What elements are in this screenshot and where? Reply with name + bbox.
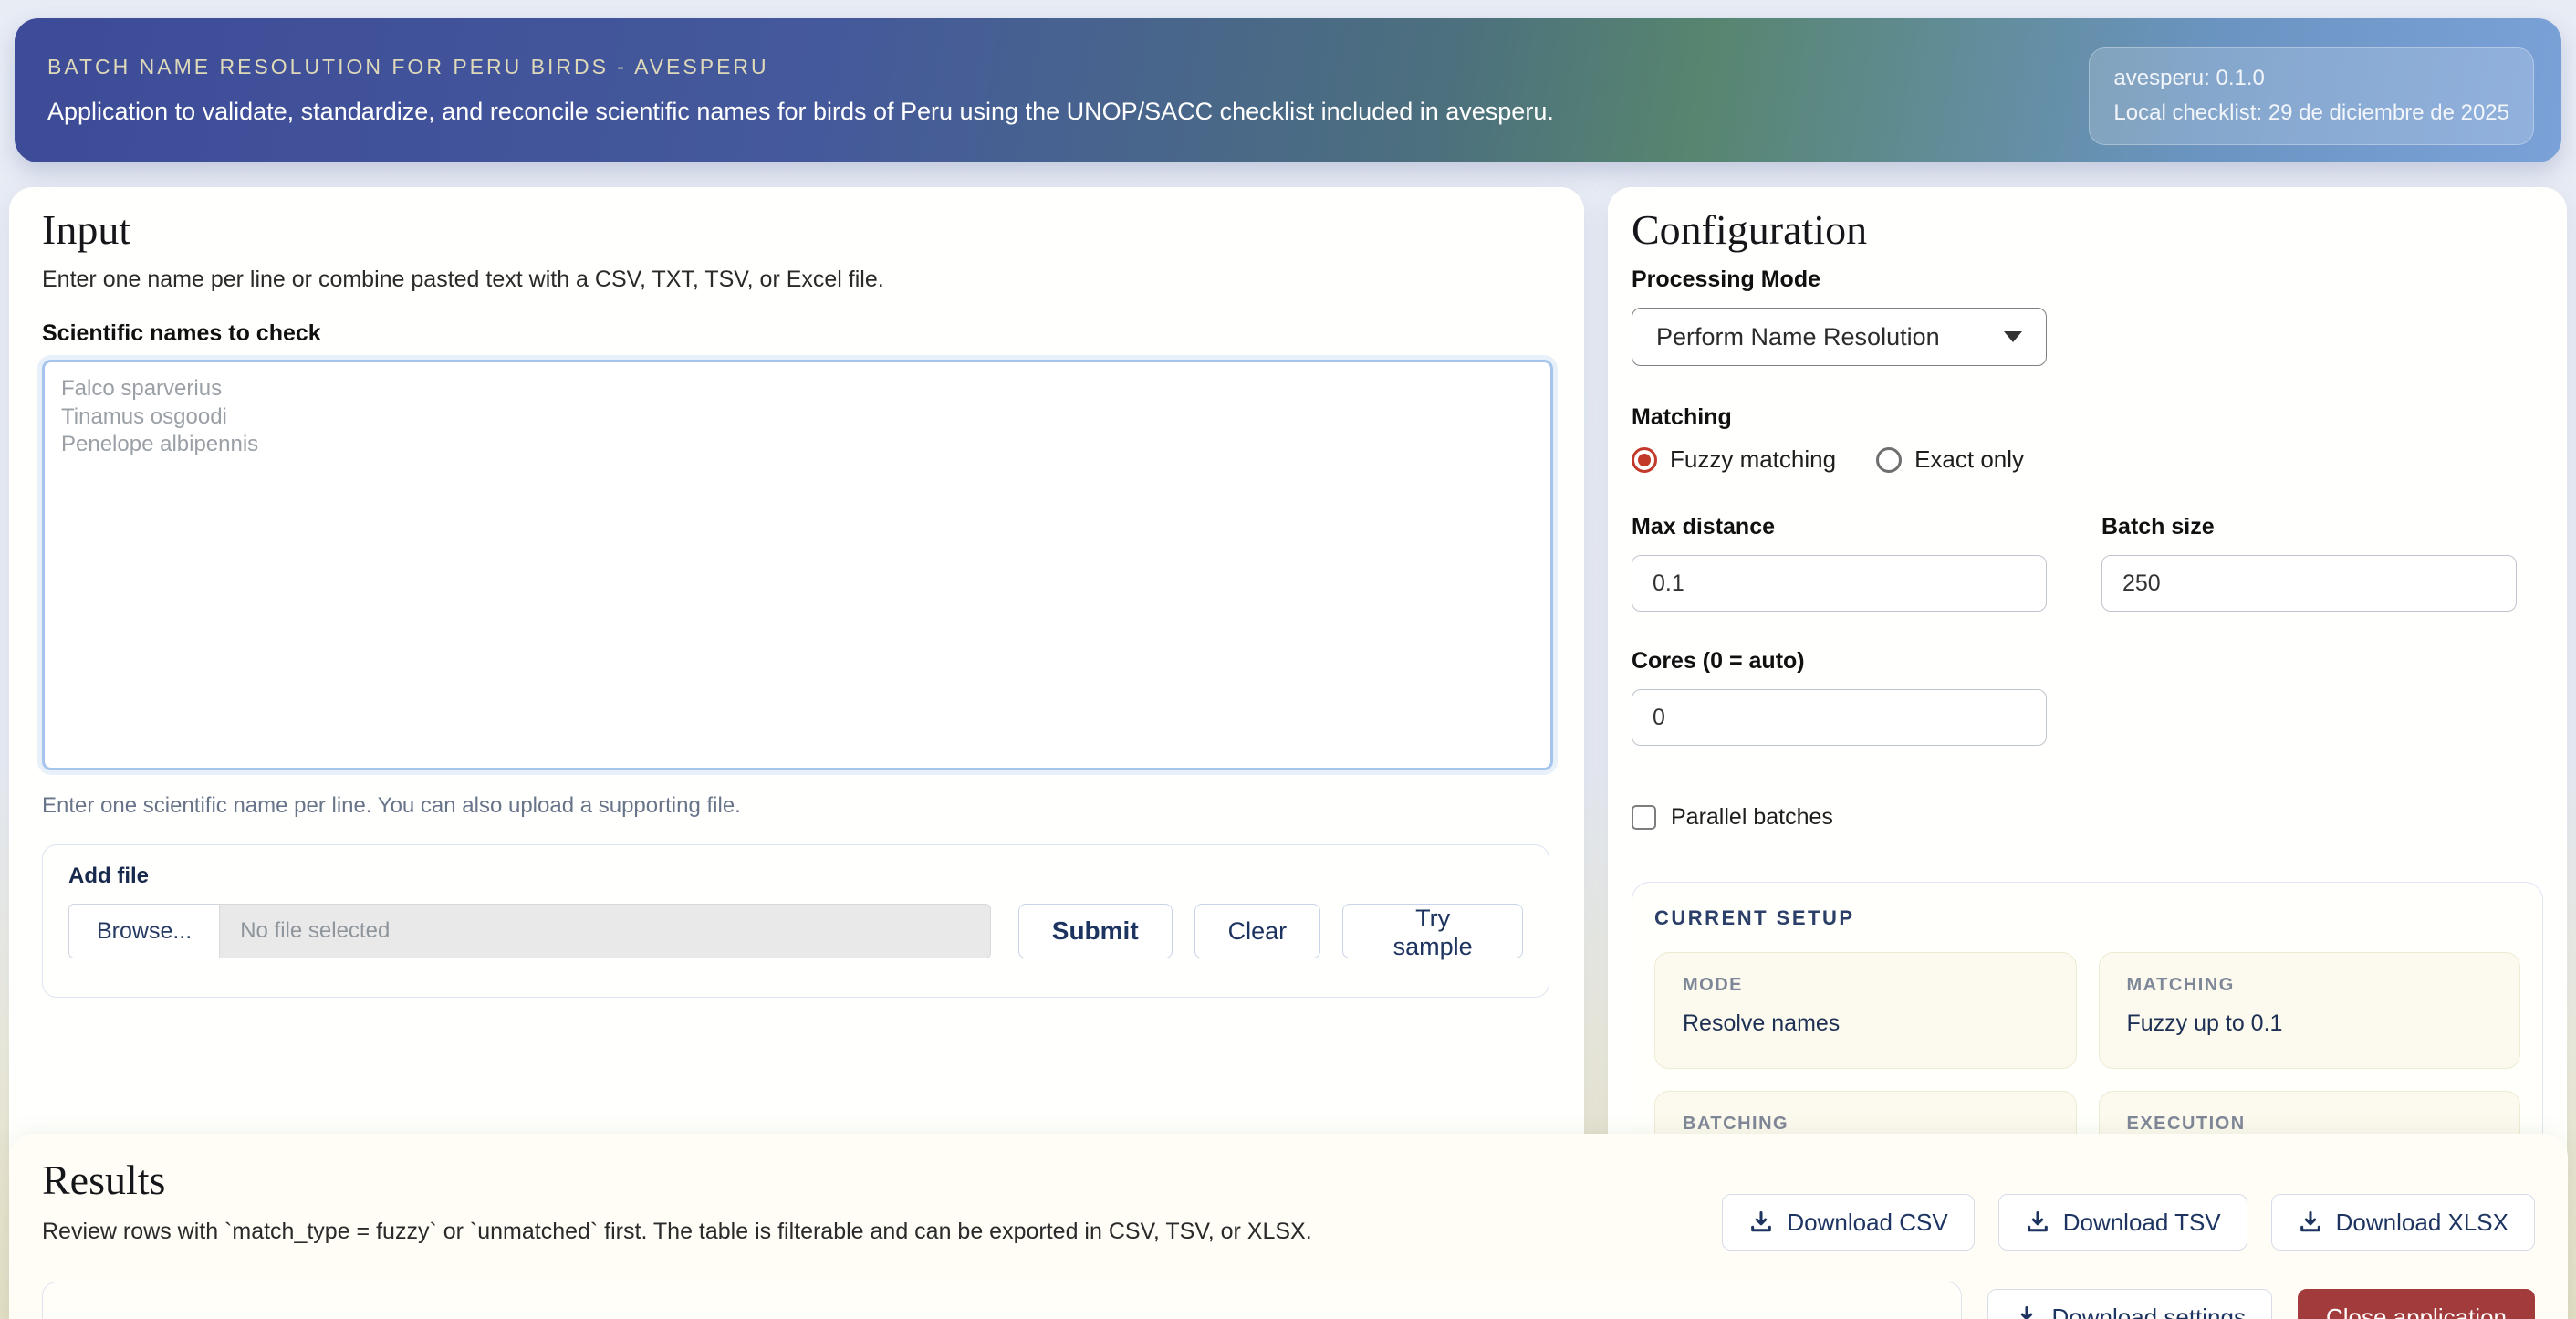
processing-mode-select[interactable]: Perform Name Resolution [1632, 308, 2047, 366]
results-description: Review rows with `match_type = fuzzy` or… [42, 1219, 1722, 1245]
results-panel: Results Review rows with `match_type = f… [9, 1134, 2568, 1319]
download-icon [2014, 1304, 2039, 1319]
download-tsv-label: Download TSV [2063, 1209, 2221, 1237]
setup-card-value: Resolve names [1683, 1010, 2049, 1037]
cores-group: Cores (0 = auto) [1632, 648, 2047, 746]
clear-button[interactable]: Clear [1194, 904, 1321, 958]
names-helper-text: Enter one scientific name per line. You … [42, 793, 1553, 819]
current-setup-title: CURRENT SETUP [1654, 906, 2520, 930]
input-title: Input [42, 205, 1553, 254]
add-file-label: Add file [68, 864, 1523, 889]
download-csv-label: Download CSV [1787, 1209, 1947, 1237]
version-badge: avesperu: 0.1.0 Local checklist: 29 de d… [2089, 47, 2534, 145]
configuration-title: Configuration [1632, 205, 2543, 254]
max-distance-label: Max distance [1632, 514, 2047, 540]
download-xlsx-label: Download XLSX [2336, 1209, 2508, 1237]
download-tsv-button[interactable]: Download TSV [1998, 1194, 2247, 1251]
max-distance-input[interactable] [1632, 555, 2047, 612]
setup-card-value: Fuzzy up to 0.1 [2127, 1010, 2493, 1037]
batch-size-input[interactable] [2101, 555, 2517, 612]
max-distance-group: Max distance [1632, 514, 2047, 612]
names-label: Scientific names to check [42, 320, 1553, 347]
download-settings-label: Download settings [2052, 1303, 2246, 1319]
radio-unselected-icon[interactable] [1876, 447, 1902, 473]
matching-label: Matching [1632, 404, 2543, 431]
processing-mode-label: Processing Mode [1632, 267, 2543, 293]
close-application-label: Close application [2326, 1303, 2507, 1319]
setup-card-label: BATCHING [1683, 1114, 2049, 1135]
processing-mode-value: Perform Name Resolution [1656, 323, 1940, 351]
radio-selected-icon[interactable] [1632, 447, 1657, 473]
browse-button[interactable]: Browse... [68, 904, 219, 958]
download-xlsx-button[interactable]: Download XLSX [2271, 1194, 2535, 1251]
names-textarea[interactable] [42, 360, 1553, 770]
input-description: Enter one name per line or combine paste… [42, 267, 1553, 293]
distance-batch-row: Max distance Batch size [1632, 514, 2543, 612]
download-buttons-row: Download CSV Download TSV Download XLSX [1722, 1194, 2535, 1251]
results-bottom-row: Run metadata Download settings Close app… [42, 1282, 2535, 1319]
file-name-text: No file selected [219, 904, 991, 958]
parallel-batches-row[interactable]: Parallel batches [1632, 804, 2543, 831]
version-text: avesperu: 0.1.0 [2113, 61, 2509, 96]
file-upload-control[interactable]: Browse... No file selected [68, 904, 991, 958]
setup-card-label: MODE [1683, 975, 2049, 996]
banner-text: BATCH NAME RESOLUTION FOR PERU BIRDS - A… [15, 55, 1587, 126]
checkbox-icon[interactable] [1632, 805, 1656, 830]
submit-button[interactable]: Submit [1018, 904, 1173, 958]
results-text-block: Results Review rows with `match_type = f… [42, 1156, 1722, 1245]
results-title: Results [42, 1156, 1722, 1204]
batch-size-group: Batch size [2101, 514, 2517, 612]
cores-input[interactable] [1632, 689, 2047, 746]
parallel-batches-label: Parallel batches [1671, 804, 1833, 831]
file-row: Browse... No file selected Submit Clear … [68, 904, 1523, 958]
setup-card-label: EXECUTION [2127, 1114, 2493, 1135]
download-icon [2298, 1209, 2323, 1235]
radio-fuzzy-label: Fuzzy matching [1670, 445, 1836, 474]
app-title: BATCH NAME RESOLUTION FOR PERU BIRDS - A… [47, 55, 1554, 79]
matching-radio-group: Fuzzy matching Exact only [1632, 445, 2543, 474]
app-root: BATCH NAME RESOLUTION FOR PERU BIRDS - A… [0, 0, 2576, 1319]
checklist-date-text: Local checklist: 29 de diciembre de 2025 [2113, 96, 2509, 131]
results-header-row: Results Review rows with `match_type = f… [42, 1156, 2535, 1245]
radio-fuzzy-matching[interactable]: Fuzzy matching [1632, 445, 1836, 474]
download-csv-button[interactable]: Download CSV [1722, 1194, 1974, 1251]
close-application-button[interactable]: Close application [2298, 1289, 2535, 1319]
app-header: BATCH NAME RESOLUTION FOR PERU BIRDS - A… [15, 18, 2561, 162]
radio-exact-label: Exact only [1914, 445, 2024, 474]
setup-card-matching: MATCHING Fuzzy up to 0.1 [2099, 952, 2521, 1069]
setup-card-mode: MODE Resolve names [1654, 952, 2077, 1069]
cores-label: Cores (0 = auto) [1632, 648, 2047, 675]
radio-exact-only[interactable]: Exact only [1876, 445, 2024, 474]
run-metadata-panel[interactable]: Run metadata [42, 1282, 1962, 1319]
app-subtitle: Application to validate, standardize, an… [47, 98, 1554, 126]
download-icon [1748, 1209, 1774, 1235]
try-sample-button[interactable]: Try sample [1342, 904, 1523, 958]
batch-size-label: Batch size [2101, 514, 2517, 540]
chevron-down-icon [2004, 331, 2022, 342]
download-icon [2025, 1209, 2050, 1235]
setup-card-label: MATCHING [2127, 975, 2493, 996]
add-file-panel: Add file Browse... No file selected Subm… [42, 844, 1549, 998]
download-settings-button[interactable]: Download settings [1987, 1289, 2272, 1319]
